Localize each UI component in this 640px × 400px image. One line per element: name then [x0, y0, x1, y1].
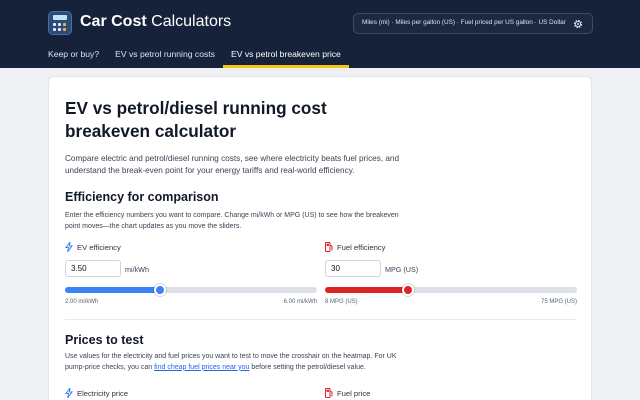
- page-intro: Compare electric and petrol/diesel runni…: [65, 154, 400, 175]
- electricity-price-label-text: Electricity price: [77, 388, 129, 398]
- ev-efficiency-slider-thumb[interactable]: [153, 284, 166, 296]
- electricity-price-label: Electricity price: [65, 388, 128, 398]
- top-navigation-bar: Car Cost Calculators Miles (mi) · Miles …: [0, 0, 640, 68]
- fuel-pump-icon: [325, 388, 333, 398]
- calculator-tabs: Keep or buy? EV vs petrol running costs …: [40, 40, 349, 68]
- fuel-efficiency-input[interactable]: [325, 260, 381, 277]
- ev-efficiency-slider[interactable]: [65, 284, 317, 296]
- unit-settings-summary: Miles (mi) · Miles per gallon (US) · Fue…: [362, 19, 566, 26]
- fuel-price-label: Fuel price: [325, 388, 370, 398]
- fuel-pump-icon: [325, 242, 333, 252]
- section-divider: [65, 319, 577, 320]
- ev-efficiency-label-text: EV efficiency: [77, 242, 121, 252]
- site-title[interactable]: Car Cost Calculators: [80, 13, 231, 31]
- fuel-efficiency-min-label: 8 MPG (US): [325, 299, 358, 305]
- efficiency-heading: Efficiency for comparison: [65, 190, 219, 204]
- prices-heading: Prices to test: [65, 333, 144, 347]
- prices-hint: Use values for the electricity and fuel …: [65, 353, 397, 371]
- fuel-price-label-text: Fuel price: [337, 388, 371, 398]
- calculator-card: EV vs petrol/diesel running cost breakev…: [48, 76, 592, 400]
- ev-efficiency-min-label: 2.00 mi/kWh: [65, 299, 99, 305]
- ev-efficiency-label: EV efficiency: [65, 242, 121, 252]
- ev-efficiency-slider-fill: [65, 287, 160, 293]
- fuel-efficiency-slider-fill: [325, 287, 408, 293]
- fuel-efficiency-slider[interactable]: [325, 284, 577, 296]
- cheap-fuel-prices-link[interactable]: find cheap fuel prices near you: [154, 364, 249, 371]
- tab-ev-vs-petrol-running-costs[interactable]: EV vs petrol running costs: [107, 40, 223, 68]
- unit-settings-button[interactable]: Miles (mi) · Miles per gallon (US) · Fue…: [353, 13, 593, 34]
- ev-efficiency-unit: mi/kWh: [125, 265, 149, 274]
- gear-icon: [573, 19, 583, 29]
- fuel-efficiency-label-text: Fuel efficiency: [337, 242, 386, 252]
- fuel-efficiency-slider-thumb[interactable]: [401, 284, 414, 296]
- fuel-efficiency-unit: MPG (US): [385, 265, 419, 274]
- tab-ev-vs-petrol-breakeven-price[interactable]: EV vs petrol breakeven price: [222, 40, 349, 68]
- lightning-icon: [65, 242, 73, 252]
- fuel-efficiency-label: Fuel efficiency: [325, 242, 385, 252]
- lightning-icon: [65, 388, 73, 398]
- page-title: EV vs petrol/diesel running cost breakev…: [65, 98, 327, 141]
- ev-efficiency-input[interactable]: [65, 260, 121, 277]
- calculator-logo-icon[interactable]: [48, 11, 72, 35]
- fuel-efficiency-max-label: 75 MPG (US): [540, 299, 577, 305]
- ev-efficiency-max-label: 6.00 mi/kWh: [283, 299, 317, 305]
- tab-keep-or-buy[interactable]: Keep or buy?: [40, 40, 107, 68]
- efficiency-hint: Enter the efficiency numbers you want to…: [65, 212, 399, 230]
